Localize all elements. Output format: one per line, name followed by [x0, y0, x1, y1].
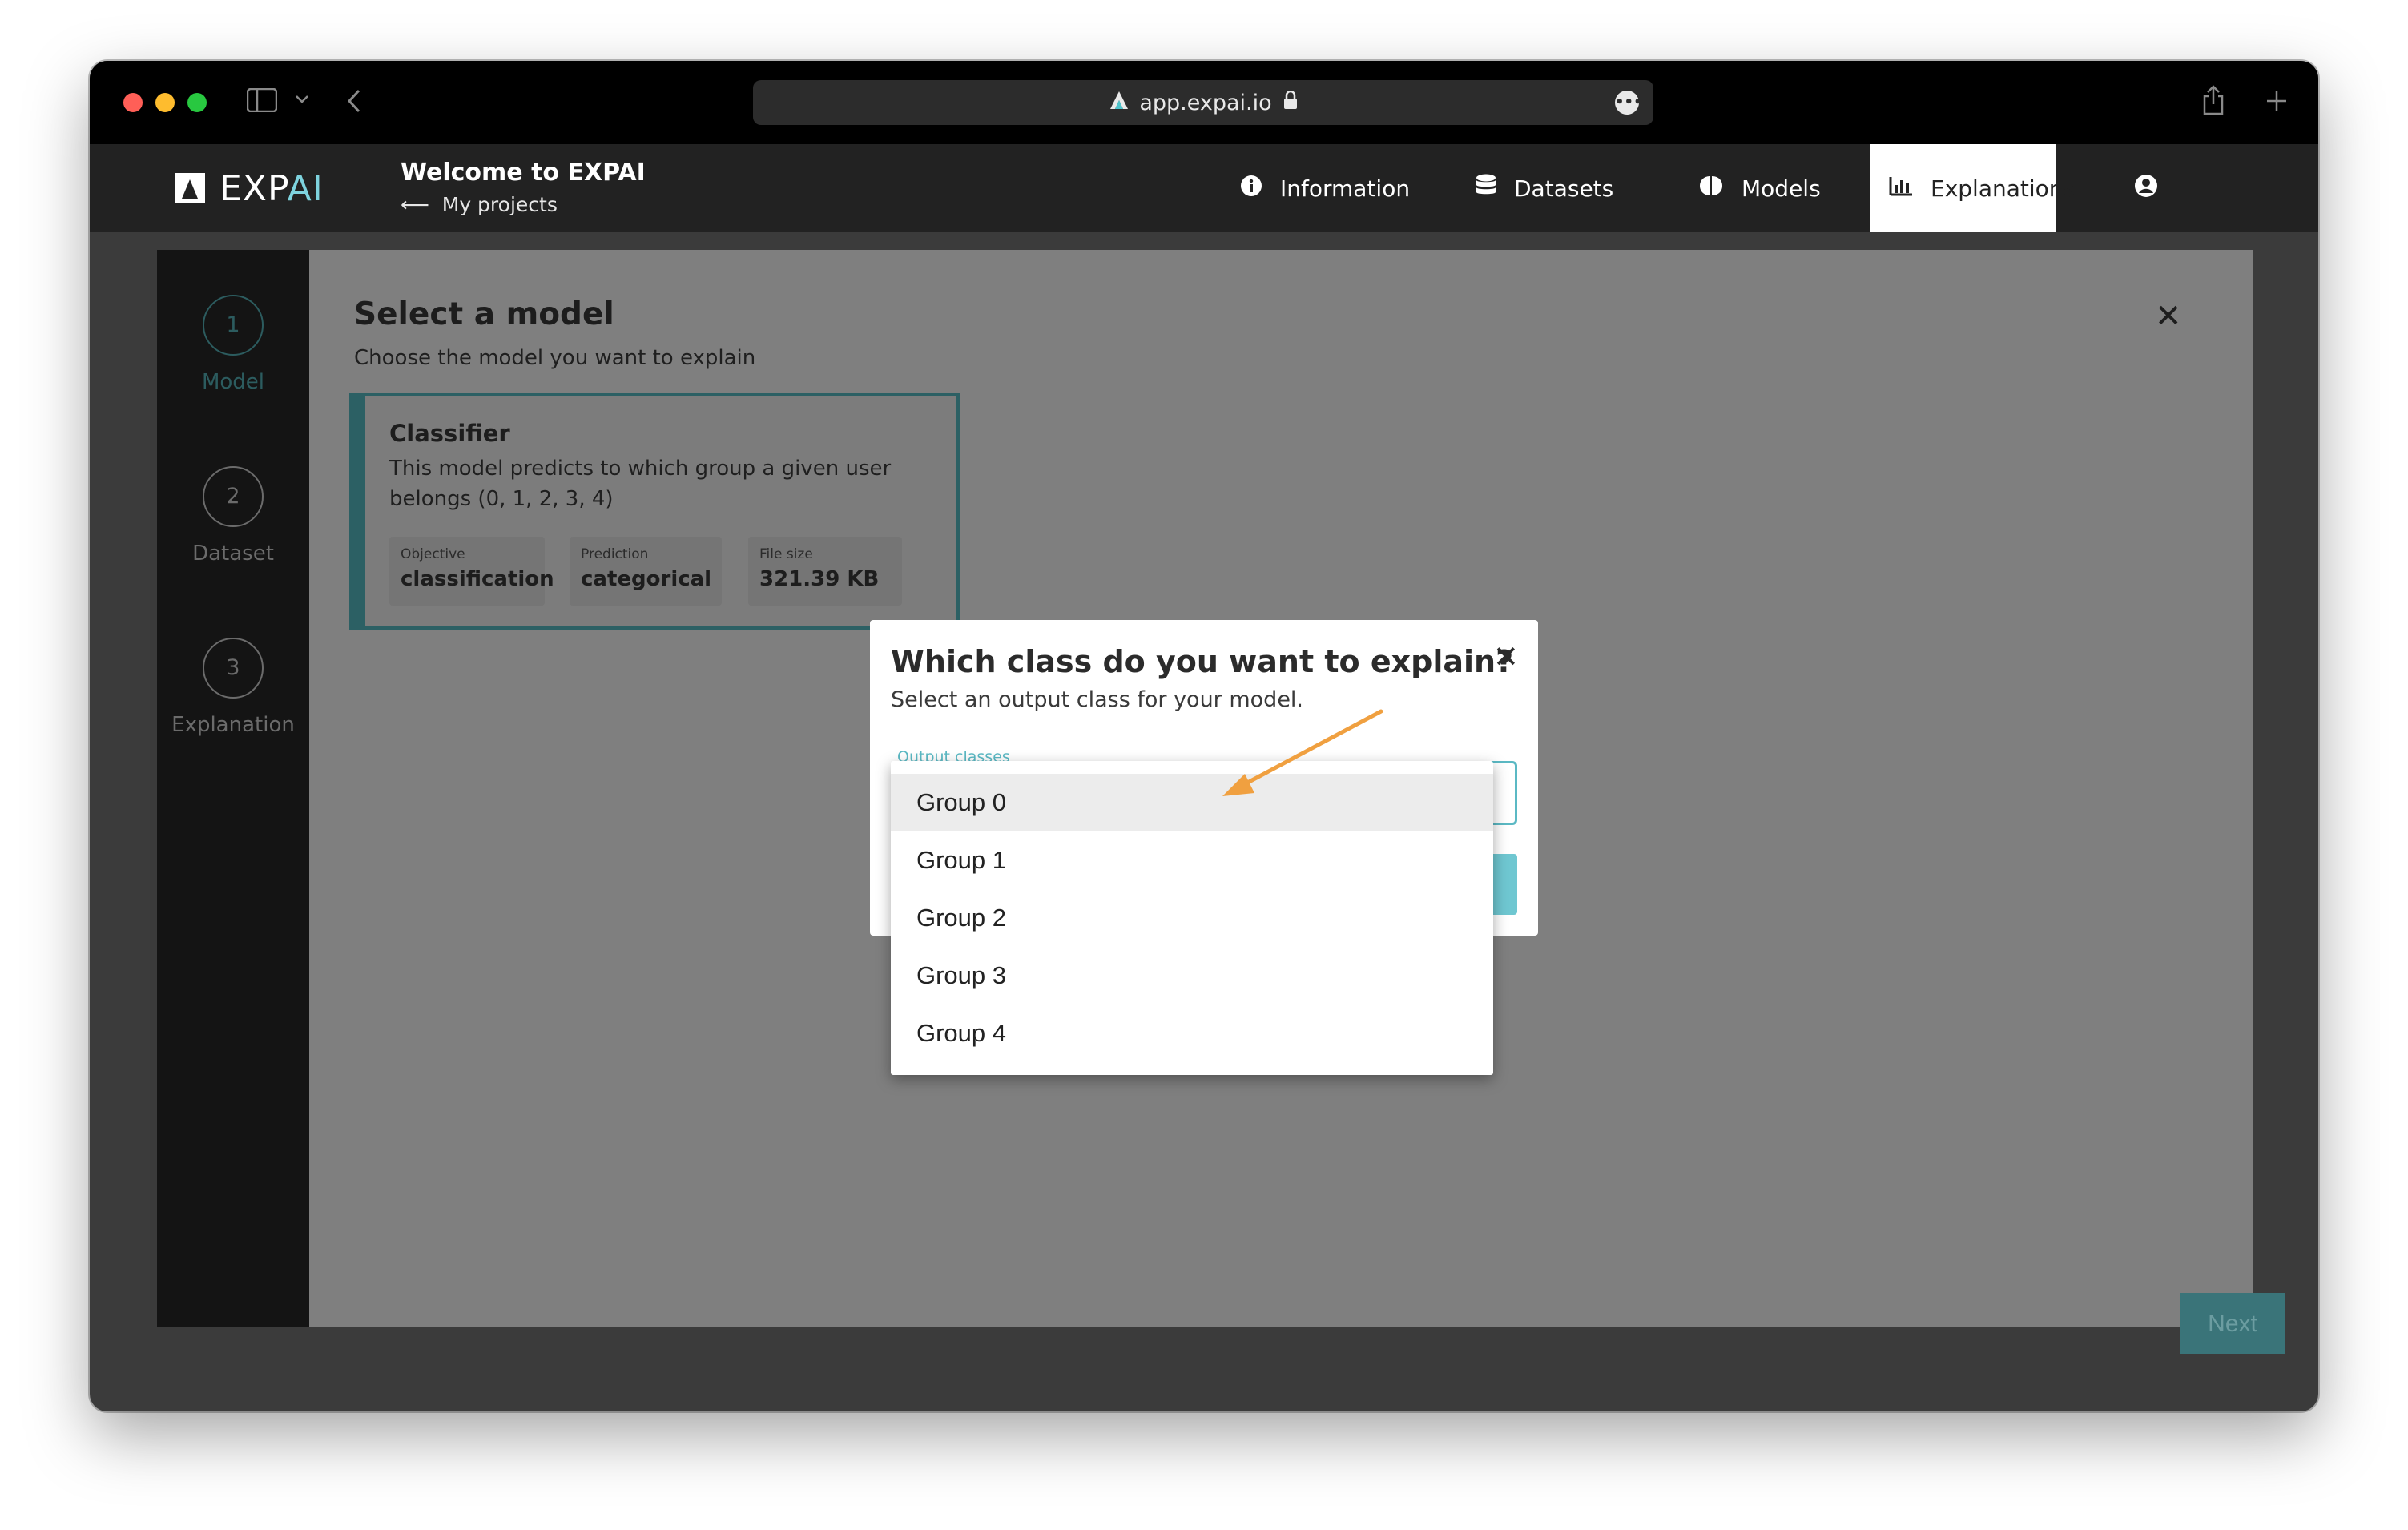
sidebar-toggle-icon[interactable]	[246, 87, 278, 116]
page-title: Select a model	[354, 296, 614, 332]
modal-subtitle: Select an output class for your model.	[891, 687, 1304, 712]
welcome-block: Welcome to EXPAI ⟵ My projects	[401, 159, 646, 216]
bar-chart-icon	[1889, 175, 1913, 202]
page-subtitle: Choose the model you want to explain	[354, 346, 756, 370]
step-dataset[interactable]: 2 Dataset	[157, 466, 309, 566]
chip-value: classification	[401, 567, 554, 591]
model-title: Classifier	[389, 420, 510, 447]
more-options-icon[interactable]: •••	[1615, 91, 1643, 115]
file-size-chip: File size 321.39 KB	[748, 537, 902, 606]
share-icon[interactable]	[2201, 85, 2225, 119]
step-number: 1	[203, 295, 264, 356]
modal-title: Which class do you want to explain?	[891, 644, 1514, 679]
address-bar[interactable]: app.expai.io •••	[753, 80, 1653, 125]
nav-datasets[interactable]: Datasets	[1476, 144, 1613, 232]
modal-close-icon[interactable]: ✕	[1493, 639, 1519, 674]
nav-models-label: Models	[1742, 175, 1821, 202]
model-description: This model predicts to which group a giv…	[389, 457, 892, 511]
next-button[interactable]: Next	[2180, 1293, 2285, 1354]
welcome-title: Welcome to EXPAI	[401, 159, 646, 187]
url-text: app.expai.io	[1139, 90, 1272, 115]
my-projects-label: My projects	[441, 193, 558, 216]
close-icon[interactable]: ✕	[2155, 298, 2182, 335]
logo-mark-icon	[175, 173, 205, 203]
step-label: Model	[201, 370, 265, 394]
back-icon[interactable]	[346, 88, 362, 118]
new-tab-icon[interactable]	[2265, 90, 2288, 116]
minimize-window-button[interactable]	[155, 93, 175, 112]
step-explanation[interactable]: 3 Explanation	[157, 638, 309, 737]
account-button[interactable]	[2134, 144, 2158, 232]
step-model[interactable]: 1 Model	[157, 295, 309, 394]
step-label: Explanation	[171, 713, 295, 737]
my-projects-link[interactable]: ⟵ My projects	[401, 193, 646, 216]
model-card-classifier[interactable]: Classifier This model predicts to which …	[349, 393, 960, 630]
nav-explanations[interactable]: Explanations	[1870, 144, 2075, 232]
logo-text: EXPAI	[219, 167, 324, 209]
step-number: 2	[203, 466, 264, 527]
objective-chip: Objective classification	[389, 537, 554, 606]
database-icon	[1476, 174, 1496, 203]
chip-label: Prediction	[581, 546, 649, 562]
info-icon	[1240, 175, 1262, 203]
dropdown-option[interactable]: Group 1	[891, 831, 1493, 889]
nav-information[interactable]: Information	[1240, 144, 1410, 232]
step-label: Dataset	[192, 542, 274, 566]
prediction-chip: Prediction categorical	[570, 537, 722, 606]
arrow-left-icon: ⟵	[401, 193, 436, 216]
chip-value: categorical	[581, 567, 712, 591]
nav-datasets-label: Datasets	[1514, 175, 1614, 202]
user-circle-icon	[2134, 174, 2158, 203]
output-classes-dropdown: Group 0 Group 1 Group 2 Group 3 Group 4	[891, 761, 1493, 1075]
chip-value: 321.39 KB	[759, 567, 880, 591]
dropdown-option[interactable]: Group 3	[891, 947, 1493, 1005]
app-header: EXPAI Welcome to EXPAI ⟵ My projects Inf…	[90, 144, 2318, 232]
chevron-down-icon[interactable]	[295, 91, 309, 109]
close-window-button[interactable]	[123, 93, 143, 112]
browser-toolbar: app.expai.io •••	[90, 61, 2318, 144]
lock-icon	[1283, 90, 1298, 115]
chip-label: File size	[759, 546, 813, 562]
chip-label: Objective	[401, 546, 465, 562]
nav-explanations-label: Explanations	[1931, 175, 2076, 202]
nav-information-label: Information	[1280, 175, 1411, 202]
dropdown-option[interactable]: Group 2	[891, 889, 1493, 947]
site-favicon	[1109, 90, 1130, 116]
zoom-window-button[interactable]	[187, 93, 207, 112]
step-number: 3	[203, 638, 264, 699]
dropdown-option[interactable]: Group 4	[891, 1005, 1493, 1062]
steps-sidebar: 1 Model 2 Dataset 3 Explanation	[157, 250, 309, 1327]
dropdown-option[interactable]: Group 0	[891, 774, 1493, 831]
brain-icon	[1698, 175, 1724, 203]
expai-logo[interactable]: EXPAI	[175, 167, 324, 209]
nav-models[interactable]: Models	[1698, 144, 1821, 232]
